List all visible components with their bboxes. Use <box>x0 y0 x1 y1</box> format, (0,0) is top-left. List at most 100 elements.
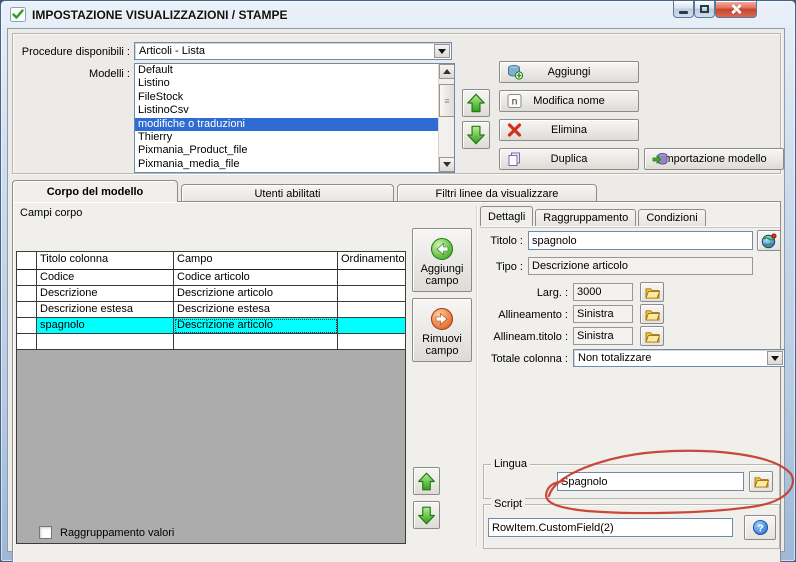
cell-titolo[interactable] <box>37 334 174 350</box>
models-scrollbar[interactable] <box>438 64 454 172</box>
cell-campo[interactable]: Codice articolo <box>174 270 338 286</box>
title-bar: IMPOSTAZIONE VISUALIZZAZIONI / STAMPE <box>1 1 795 28</box>
lingua-group: Lingua <box>483 458 780 499</box>
details-tab-underline <box>480 226 780 228</box>
models-list-item[interactable]: FileStock <box>135 91 438 104</box>
help-icon: ? <box>752 519 768 536</box>
row-selector-cell[interactable] <box>17 334 37 350</box>
allineamento-label: Allineamento : <box>498 309 568 321</box>
cell-titolo[interactable]: Descrizione <box>37 286 174 302</box>
field-move-down-button[interactable] <box>413 501 440 529</box>
import-model-button[interactable]: Importazione modello <box>644 148 784 170</box>
titolo-label: Titolo : <box>490 235 523 247</box>
cell-ordinamento[interactable] <box>338 334 405 350</box>
delete-x-icon <box>507 123 522 138</box>
cell-ordinamento[interactable] <box>338 318 405 334</box>
allineamento-input[interactable] <box>573 305 633 323</box>
model-selection-group: Procedure disponibili : Articoli - Lista… <box>12 33 784 174</box>
folder-icon <box>644 331 660 343</box>
add-model-button[interactable]: Aggiungi <box>499 61 639 83</box>
cell-ordinamento[interactable] <box>338 286 405 302</box>
larg-input[interactable] <box>573 283 633 301</box>
row-selector-cell[interactable] <box>17 318 37 334</box>
cell-titolo[interactable]: Descrizione estesa <box>37 302 174 318</box>
row-selector-cell[interactable] <box>17 286 37 302</box>
fields-table[interactable]: Titolo colonna Campo Ordinamento Codice … <box>16 251 406 544</box>
cell-campo[interactable]: Descrizione estesa <box>174 302 338 318</box>
folder-icon <box>644 287 660 299</box>
maximize-icon <box>700 5 709 13</box>
models-list-item[interactable]: ListinoCsv <box>135 104 438 117</box>
rename-model-button[interactable]: n Modifica nome <box>499 90 639 112</box>
main-tab[interactable]: Corpo del modello <box>12 180 178 202</box>
larg-picker-button[interactable] <box>640 282 664 302</box>
titolo-input[interactable] <box>528 231 753 250</box>
totale-colonna-arrow[interactable] <box>767 351 783 365</box>
duplicate-model-button[interactable]: Duplica <box>499 148 639 170</box>
cell-titolo[interactable]: Codice <box>37 270 174 286</box>
main-tab-label: Filtri linee da visualizzare <box>435 187 559 200</box>
cell-titolo[interactable]: spagnolo <box>37 318 174 334</box>
model-move-down-button[interactable] <box>462 121 490 149</box>
svg-text:?: ? <box>757 523 763 534</box>
maximize-button[interactable] <box>694 1 715 18</box>
scrollbar-thumb[interactable] <box>439 84 454 117</box>
script-help-button[interactable]: ? <box>744 515 776 540</box>
globe-icon <box>761 233 777 248</box>
procedures-combobox[interactable]: Articoli - Lista <box>134 42 452 60</box>
row-selector-cell[interactable] <box>17 270 37 286</box>
models-list-item[interactable]: Pixmania_media_file <box>135 158 438 171</box>
details-tab[interactable]: Condizioni <box>638 209 706 226</box>
close-button[interactable] <box>715 1 757 18</box>
chevron-down-icon <box>771 355 779 361</box>
allineamento-picker-button[interactable] <box>640 304 664 324</box>
models-list-item[interactable]: Listino <box>135 77 438 90</box>
grouping-checkbox[interactable] <box>39 526 52 539</box>
delete-model-button[interactable]: Elimina <box>499 119 639 141</box>
details-tab[interactable]: Raggruppamento <box>535 209 637 226</box>
cell-campo[interactable]: Descrizione articolo <box>174 286 338 302</box>
models-list-item[interactable]: Thierry <box>135 131 438 144</box>
col-header-campo: Campo <box>174 252 338 270</box>
details-tab[interactable]: Dettagli <box>480 206 534 226</box>
models-list-item[interactable]: Pixmania_Product_file <box>135 144 438 157</box>
cell-ordinamento[interactable] <box>338 270 405 286</box>
translate-globe-button[interactable] <box>757 230 781 251</box>
main-tab-label: Utenti abilitati <box>254 187 321 200</box>
main-tab[interactable]: Filtri linee da visualizzare <box>397 184 597 202</box>
remove-field-button[interactable]: Rimuovi campo <box>412 298 472 362</box>
row-selector-cell[interactable] <box>17 302 37 318</box>
allineam-titolo-input[interactable] <box>573 327 633 345</box>
circle-arrow-right-icon <box>431 307 453 330</box>
cell-campo[interactable] <box>174 334 338 350</box>
model-move-up-button[interactable] <box>462 89 490 117</box>
lingua-input[interactable] <box>557 472 744 491</box>
script-input[interactable] <box>488 518 733 537</box>
scrollbar-down-button[interactable] <box>439 157 454 172</box>
scrollbar-up-button[interactable] <box>439 64 454 79</box>
lingua-picker-button[interactable] <box>749 471 773 492</box>
close-icon <box>731 4 741 14</box>
table-row[interactable]: Descrizione estesa Descrizione estesa <box>17 302 405 318</box>
duplicate-model-label: Duplica <box>550 153 588 165</box>
field-move-up-button[interactable] <box>413 467 440 495</box>
procedures-combobox-arrow[interactable] <box>434 44 450 58</box>
arrow-down-icon <box>467 125 485 145</box>
row-selector-header <box>17 252 37 270</box>
models-list-item[interactable]: Default <box>135 64 438 77</box>
minimize-button[interactable] <box>673 1 694 18</box>
corpo-del-modello-panel: Campi corpo Titolo colonna Campo Ordinam… <box>12 201 785 562</box>
allineam-titolo-picker-button[interactable] <box>640 326 664 346</box>
table-row[interactable]: spagnolo Descrizione articolo <box>17 318 405 334</box>
table-row[interactable]: Descrizione Descrizione articolo <box>17 286 405 302</box>
table-row[interactable] <box>17 334 405 350</box>
cell-ordinamento[interactable] <box>338 302 405 318</box>
delete-model-label: Elimina <box>550 124 588 136</box>
table-row[interactable]: Codice Codice articolo <box>17 270 405 286</box>
models-listbox[interactable]: Default Listino FileStock ListinoCsv mod… <box>134 63 455 173</box>
totale-colonna-combobox[interactable]: Non totalizzare <box>573 349 785 367</box>
main-tab[interactable]: Utenti abilitati <box>181 184 394 202</box>
tipo-field <box>528 257 753 275</box>
cell-campo[interactable]: Descrizione articolo <box>174 318 338 334</box>
models-list-item[interactable]: modifiche o traduzioni <box>135 117 438 131</box>
